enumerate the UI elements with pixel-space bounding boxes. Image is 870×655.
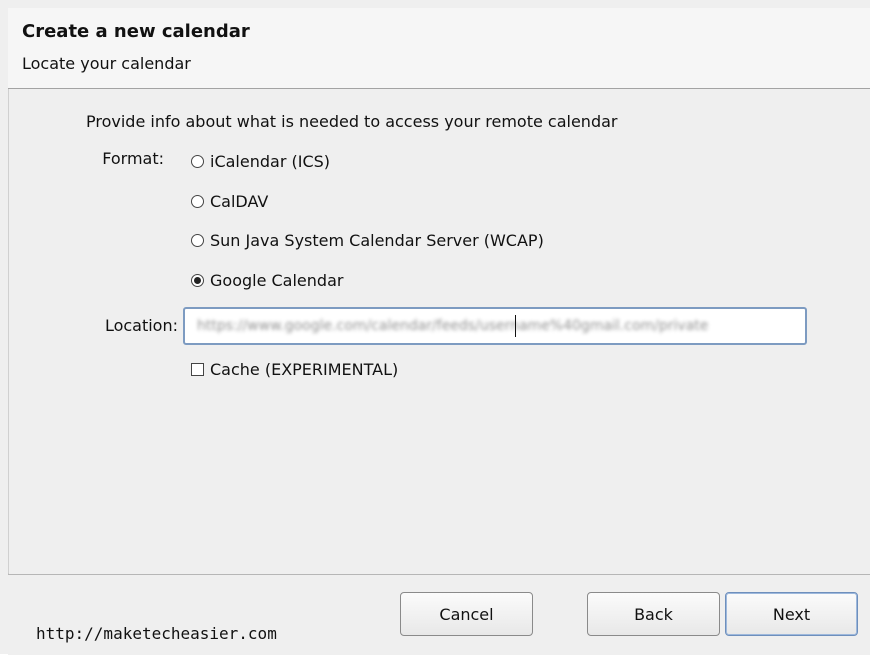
intro-text: Provide info about what is needed to acc…: [86, 112, 618, 131]
format-option-label: CalDAV: [210, 192, 269, 211]
format-option-caldav[interactable]: CalDAV: [191, 192, 268, 211]
location-label: Location:: [104, 316, 178, 335]
radio-button-icon[interactable]: [191, 155, 204, 168]
checkbox-icon[interactable]: [191, 363, 204, 376]
cancel-button[interactable]: Cancel: [400, 592, 533, 636]
text-cursor: [515, 315, 516, 337]
format-option-wcap[interactable]: Sun Java System Calendar Server (WCAP): [191, 231, 544, 250]
next-button[interactable]: Next: [725, 592, 858, 636]
location-input[interactable]: https://www.google.com/calendar/feeds/us…: [183, 307, 807, 345]
cache-checkbox-row[interactable]: Cache (EXPERIMENTAL): [191, 360, 398, 379]
dialog-header: Create a new calendar Locate your calend…: [8, 8, 870, 89]
radio-button-selected-icon[interactable]: [191, 274, 204, 287]
location-value: https://www.google.com/calendar/feeds/us…: [197, 318, 709, 334]
dialog-subtitle: Locate your calendar: [22, 54, 191, 73]
dialog-title: Create a new calendar: [22, 21, 250, 42]
format-option-google-calendar[interactable]: Google Calendar: [191, 271, 343, 290]
cache-checkbox-label: Cache (EXPERIMENTAL): [210, 360, 399, 379]
radio-button-icon[interactable]: [191, 234, 204, 247]
format-option-label: iCalendar (ICS): [210, 152, 331, 171]
format-option-label: Google Calendar: [210, 271, 344, 290]
footer-url-text: http://maketecheasier.com: [36, 624, 277, 643]
radio-button-icon[interactable]: [191, 195, 204, 208]
format-option-label: Sun Java System Calendar Server (WCAP): [210, 231, 544, 250]
back-button[interactable]: Back: [587, 592, 720, 636]
format-label: Format:: [102, 149, 164, 168]
format-option-icalendar[interactable]: iCalendar (ICS): [191, 152, 330, 171]
create-calendar-dialog: Create a new calendar Locate your calend…: [0, 0, 870, 655]
